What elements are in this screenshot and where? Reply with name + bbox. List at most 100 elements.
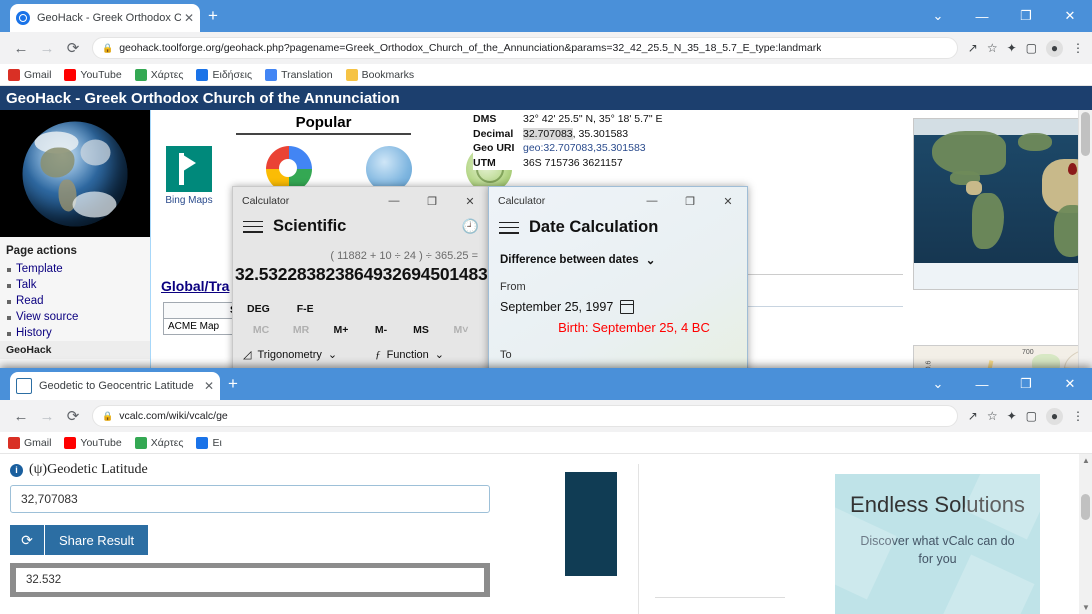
minimize-button[interactable]: — bbox=[960, 9, 1004, 24]
side-panel-icon[interactable]: ▢ bbox=[1026, 409, 1037, 423]
forward-button[interactable]: → bbox=[34, 408, 60, 425]
share-result-button[interactable]: Share Result bbox=[44, 525, 149, 555]
world-map-image[interactable] bbox=[913, 118, 1092, 290]
share-icon[interactable]: ↗ bbox=[968, 409, 978, 423]
bookmark-news[interactable]: Ειδήσεις bbox=[196, 68, 252, 81]
profile-avatar-icon[interactable]: ● bbox=[1046, 407, 1063, 425]
share-icon[interactable]: ↗ bbox=[968, 41, 978, 55]
memory-recall-button[interactable]: MR bbox=[281, 324, 321, 336]
tab-close-icon[interactable]: ✕ bbox=[184, 11, 194, 25]
bookmark-folder[interactable]: Bookmarks bbox=[345, 68, 415, 81]
bookmark-star-icon[interactable]: ☆ bbox=[987, 41, 998, 55]
info-icon[interactable]: i bbox=[10, 463, 23, 477]
maximize-button[interactable]: ❐ bbox=[671, 187, 709, 215]
bookmark-star-icon[interactable]: ☆ bbox=[987, 409, 998, 423]
reload-button[interactable]: ⟳ bbox=[60, 39, 86, 57]
promo-card[interactable]: Endless Solutions Discover what vCalc ca… bbox=[835, 474, 1040, 614]
new-tab-button[interactable]: + bbox=[208, 7, 218, 24]
scroll-up-icon[interactable]: ▲ bbox=[1082, 456, 1090, 465]
news-icon bbox=[196, 436, 209, 449]
forward-button[interactable]: → bbox=[34, 40, 60, 57]
maximize-button[interactable]: ❐ bbox=[1004, 376, 1048, 392]
maximize-button[interactable]: ❐ bbox=[1004, 8, 1048, 24]
trigonometry-menu[interactable]: ◿ Trigonometry ⌄ bbox=[243, 348, 337, 362]
sidebar-item-template[interactable]: Template bbox=[0, 261, 150, 277]
maximize-button[interactable]: ❐ bbox=[413, 187, 451, 215]
bookmark-gmail[interactable]: Gmail bbox=[8, 68, 51, 81]
tab-close-icon[interactable]: ✕ bbox=[204, 379, 214, 393]
calculator-window-title: Calculator bbox=[242, 195, 290, 207]
vcalc-scrollbar[interactable]: ▲ ▼ bbox=[1079, 454, 1092, 614]
content-divider bbox=[638, 464, 639, 614]
to-label: To bbox=[500, 349, 512, 362]
service-bing-maps[interactable]: Bing Maps bbox=[161, 146, 217, 206]
bookmark-maps[interactable]: Χάρτες bbox=[134, 68, 183, 81]
address-bar[interactable]: 🔒 geohack.toolforge.org/geohack.php?page… bbox=[92, 37, 958, 59]
bookmarks-bar: Gmail YouTube Χάρτες Ει bbox=[0, 432, 1092, 454]
coordinate-row-dms: DMS 32° 42' 25.5" N, 35° 18' 5.7" E bbox=[473, 112, 893, 127]
bookmark-label: Bookmarks bbox=[361, 68, 415, 81]
scrollbar-thumb[interactable] bbox=[1081, 112, 1090, 156]
bookmarks-bar: Gmail YouTube Χάρτες Ειδήσεις Translatio… bbox=[0, 64, 1092, 86]
result-output: 32.532 bbox=[16, 568, 484, 592]
bookmark-gmail[interactable]: Gmail bbox=[8, 436, 51, 449]
memory-store-button[interactable]: MS bbox=[401, 324, 441, 336]
minimize-button[interactable]: — bbox=[960, 377, 1004, 392]
new-tab-button[interactable]: + bbox=[228, 375, 238, 392]
memory-clear-button[interactable]: MC bbox=[241, 324, 281, 336]
scrollbar-thumb[interactable] bbox=[1081, 494, 1090, 520]
minimize-button[interactable]: — bbox=[375, 187, 413, 215]
back-button[interactable]: ← bbox=[8, 408, 34, 425]
profile-avatar-icon[interactable]: ● bbox=[1046, 39, 1063, 57]
chevron-down-icon[interactable]: ⌄ bbox=[916, 376, 960, 392]
function-menu[interactable]: ƒ Function ⌄ bbox=[375, 348, 444, 362]
history-icon[interactable]: 🕘 bbox=[462, 218, 479, 235]
tab-geohack[interactable]: GeoHack - Greek Orthodox Chur ✕ bbox=[10, 4, 200, 32]
bookmark-news[interactable]: Ει bbox=[196, 436, 222, 449]
menu-icon[interactable]: ⋮ bbox=[1072, 41, 1084, 55]
bookmark-translation[interactable]: Translation bbox=[265, 68, 333, 81]
reload-button[interactable]: ⟳ bbox=[60, 407, 86, 425]
fe-toggle[interactable]: F-E bbox=[297, 303, 314, 315]
coordinate-value-link[interactable]: geo:32.707083,35.301583 bbox=[523, 141, 646, 156]
hamburger-menu-icon[interactable] bbox=[243, 217, 263, 236]
chevron-down-icon[interactable]: ⌄ bbox=[916, 8, 960, 24]
bookmark-youtube[interactable]: YouTube bbox=[64, 436, 122, 449]
bookmark-label: YouTube bbox=[80, 68, 122, 81]
geodetic-latitude-input[interactable]: 32,707083 bbox=[10, 485, 490, 513]
sidebar-item-view-source[interactable]: View source bbox=[0, 309, 150, 325]
angle-unit-toggle[interactable]: DEG bbox=[247, 303, 270, 315]
back-button[interactable]: ← bbox=[8, 40, 34, 57]
calendar-icon[interactable] bbox=[620, 300, 635, 315]
close-button[interactable]: ✕ bbox=[1048, 376, 1092, 392]
window-controls: ⌄ — ❐ ✕ bbox=[916, 368, 1092, 400]
extensions-icon[interactable]: ✦ bbox=[1007, 409, 1017, 423]
bookmark-maps[interactable]: Χάρτες bbox=[134, 436, 184, 449]
sidebar-item-talk[interactable]: Talk bbox=[0, 277, 150, 293]
minimize-button[interactable]: — bbox=[633, 187, 671, 215]
menu-icon[interactable]: ⋮ bbox=[1072, 409, 1084, 423]
bookmark-label: Χάρτες bbox=[150, 436, 184, 449]
sidebar-item-read[interactable]: Read bbox=[0, 293, 150, 309]
from-date-field[interactable]: September 25, 1997 bbox=[489, 293, 747, 315]
refresh-icon[interactable]: ⟳ bbox=[10, 525, 44, 555]
extensions-icon[interactable]: ✦ bbox=[1007, 41, 1017, 55]
close-button[interactable]: ✕ bbox=[451, 187, 489, 215]
global-heading[interactable]: Global/Tra bbox=[161, 278, 229, 294]
tab-title: Geodetic to Geocentric Latitude bbox=[39, 380, 194, 392]
bookmark-youtube[interactable]: YouTube bbox=[64, 68, 122, 81]
close-button[interactable]: ✕ bbox=[709, 187, 747, 215]
sidebar-item-history[interactable]: History bbox=[0, 325, 150, 341]
tab-strip: Geodetic to Geocentric Latitude ✕ + ⌄ — … bbox=[0, 368, 1092, 400]
memory-add-button[interactable]: M+ bbox=[321, 324, 361, 336]
tab-favicon-icon bbox=[16, 11, 30, 25]
memory-subtract-button[interactable]: M- bbox=[361, 324, 401, 336]
date-mode-selector[interactable]: Difference between dates ⌄ bbox=[489, 237, 747, 267]
side-panel-icon[interactable]: ▢ bbox=[1026, 41, 1037, 55]
address-bar[interactable]: 🔒 vcalc.com/wiki/vcalc/ge bbox=[92, 405, 958, 427]
hamburger-menu-icon[interactable] bbox=[499, 218, 519, 237]
scroll-down-icon[interactable]: ▼ bbox=[1082, 603, 1090, 612]
tab-vcalc[interactable]: Geodetic to Geocentric Latitude ✕ bbox=[10, 372, 220, 400]
memory-list-button[interactable]: M˅ bbox=[441, 324, 481, 336]
close-button[interactable]: ✕ bbox=[1048, 8, 1092, 24]
